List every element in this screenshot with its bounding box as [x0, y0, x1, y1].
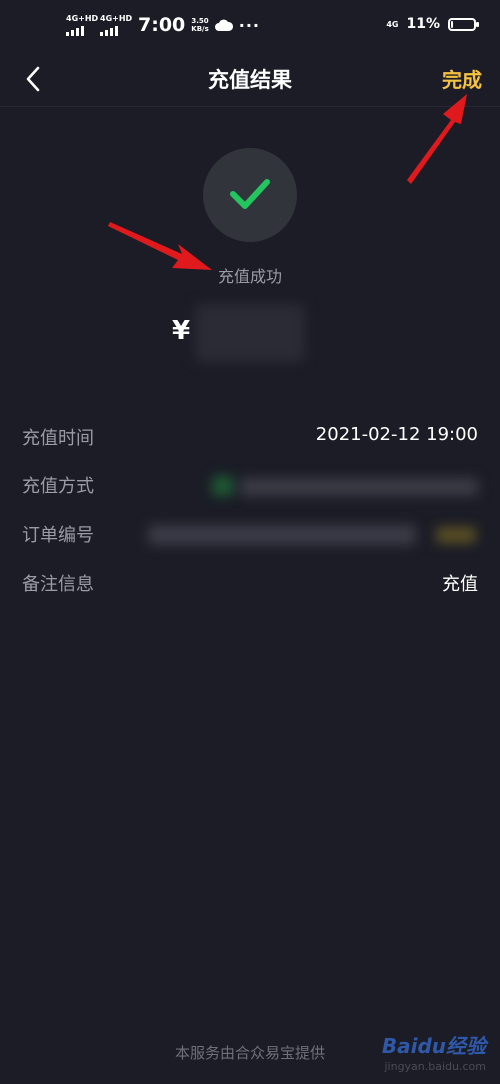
annotation-arrow-done	[407, 94, 467, 184]
result-text: 充值成功	[217, 267, 282, 286]
currency-symbol: ¥	[172, 316, 191, 346]
speed-value: 3.50	[191, 17, 209, 25]
payment-method-redacted	[240, 478, 478, 496]
detail-row-method: 充值方式	[22, 472, 478, 502]
order-number-redacted	[148, 525, 416, 545]
detail-row-time: 充值时间 2021-02-12 19:00	[22, 424, 478, 454]
watermark: Baidu经验 jingyan.baidu.com	[366, 1030, 486, 1078]
copy-button-redacted	[436, 527, 476, 543]
detail-row-order: 订单编号	[22, 521, 478, 551]
detail-label: 备注信息	[22, 574, 94, 595]
detail-value: 充值	[442, 574, 478, 595]
annotation-arrow-result	[108, 222, 212, 270]
detail-label: 充值时间	[22, 428, 94, 449]
detail-label: 订单编号	[22, 525, 94, 546]
detail-label: 充值方式	[22, 476, 94, 497]
network-type-3: 4G	[386, 19, 399, 29]
detail-row-remark: 备注信息 充值	[22, 570, 478, 600]
check-icon	[230, 179, 270, 209]
cloud-icon	[214, 19, 233, 31]
battery-fill	[451, 20, 453, 28]
signal-icon-2: 4G+HD	[100, 14, 132, 36]
watermark-url: jingyan.baidu.com	[384, 1060, 486, 1073]
battery-icon	[448, 17, 479, 31]
speed-unit: KB/s	[191, 25, 209, 33]
baidu-logo: Baidu经验	[381, 1034, 486, 1058]
clock: 7:00	[138, 14, 186, 36]
network-type-2: 4G+HD	[100, 14, 133, 23]
battery-percent: 11%	[406, 16, 440, 32]
signal-icon-1: 4G+HD	[66, 14, 98, 36]
more-notifications-icon: ···	[238, 15, 260, 35]
payment-icon-redacted	[212, 476, 234, 496]
network-type-1: 4G+HD	[66, 14, 99, 23]
network-speed: 3.50 KB/s	[191, 17, 208, 33]
status-bar: 4G+HD 4G+HD 7:00 3.50 KB/s ··· 4G 11%	[0, 0, 500, 54]
detail-value: 2021-02-12 19:00	[315, 424, 478, 445]
amount-redacted	[195, 304, 305, 362]
